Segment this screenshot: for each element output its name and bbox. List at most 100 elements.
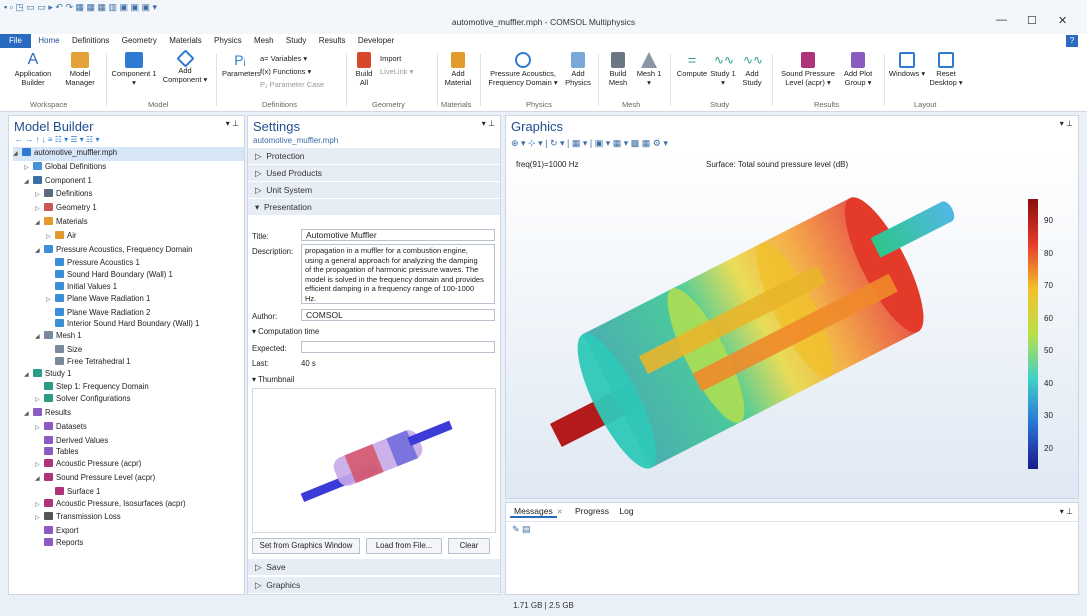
tab-mesh[interactable]: Mesh xyxy=(249,34,279,48)
mesh1-button[interactable]: Mesh 1 ▾ xyxy=(634,52,664,87)
tree-expander-icon[interactable]: ▷ xyxy=(35,460,44,472)
panel-pin-icon[interactable]: ▾ ⊥ xyxy=(226,119,239,128)
application-builder-button[interactable]: A Application Builder xyxy=(12,52,54,87)
import-button[interactable]: Import xyxy=(380,53,401,64)
panel-pin-icon[interactable]: ▾ ⊥ xyxy=(482,119,495,128)
clear-button[interactable]: Clear xyxy=(448,538,490,554)
tree-node[interactable]: Free Tetrahedral 1 xyxy=(13,356,244,368)
tree-node[interactable]: Size xyxy=(13,344,244,356)
tree-node[interactable]: ▷ Definitions xyxy=(13,188,244,202)
close-tab-icon[interactable]: ✕ xyxy=(557,509,563,516)
close-button[interactable]: ✕ xyxy=(1058,14,1067,27)
section-protection[interactable]: ▷ Protection xyxy=(248,148,500,165)
quick-access-toolbar[interactable]: ▪ ▫ ◳ ▭ ▭ ▸ ↶ ↷ ▦ ▦ ▦ ▥ ▣ ▣ ▣ ▾ xyxy=(4,2,157,13)
tree-node[interactable]: ▷ Plane Wave Radiation 1 xyxy=(13,293,244,307)
tree-node[interactable]: ◢ Materials xyxy=(13,216,244,230)
tree-node[interactable]: ◢ Study 1 xyxy=(13,368,244,382)
tree-expander-icon[interactable]: ▷ xyxy=(35,190,44,202)
tree-node[interactable]: ◢ automotive_muffler.mph xyxy=(13,147,244,161)
windows-button[interactable]: Windows ▾ xyxy=(888,52,926,79)
functions-button[interactable]: f(x) Functions ▾ xyxy=(260,66,311,77)
tree-expander-icon[interactable]: ▷ xyxy=(46,295,55,307)
component-button[interactable]: Component 1 ▾ xyxy=(110,52,158,87)
description-field[interactable]: propagation in a muffler for a combustio… xyxy=(301,244,495,304)
tree-node[interactable]: Derived Values xyxy=(13,435,244,447)
tab-developer[interactable]: Developer xyxy=(353,34,399,48)
tree-node[interactable]: Reports xyxy=(13,537,244,549)
section-presentation[interactable]: ▾ Presentation xyxy=(248,199,500,216)
panel-pin-icon[interactable]: ▾ ⊥ xyxy=(1060,119,1073,128)
add-physics-button[interactable]: Add Physics xyxy=(562,52,594,87)
tree-node[interactable]: ◢ Component 1 xyxy=(13,175,244,189)
graphics-toolbar[interactable]: ⊕ ▾ ⊹ ▾ | ↻ ▾ | ▦ ▾ | ▣ ▾ ▦ ▾ ▩ ▦ ⚙ ▾ xyxy=(511,138,668,149)
tab-materials[interactable]: Materials xyxy=(164,34,206,48)
graphics-canvas[interactable]: freq(91)=1000 Hz Surface: Total sound pr… xyxy=(506,154,1078,498)
tree-node[interactable]: Sound Hard Boundary (Wall) 1 xyxy=(13,269,244,281)
author-field[interactable]: COMSOL xyxy=(301,309,495,321)
tree-node[interactable]: ▷ Acoustic Pressure (acpr) xyxy=(13,458,244,472)
build-mesh-button[interactable]: Build Mesh xyxy=(602,52,634,87)
build-all-button[interactable]: Build All xyxy=(352,52,376,87)
tree-node[interactable]: ▷ Geometry 1 xyxy=(13,202,244,216)
tree-expander-icon[interactable]: ◢ xyxy=(24,409,33,421)
tree-node[interactable]: Surface 1 xyxy=(13,486,244,498)
sound-pressure-level-button[interactable]: Sound Pressure Level (acpr) ▾ xyxy=(776,52,840,87)
add-plot-group-button[interactable]: Add Plot Group ▾ xyxy=(838,52,878,87)
tree-node[interactable]: ▷ Acoustic Pressure, Isosurfaces (acpr) xyxy=(13,498,244,512)
tree-node[interactable]: ◢ Pressure Acoustics, Frequency Domain xyxy=(13,244,244,258)
tab-results[interactable]: Results xyxy=(314,34,351,48)
tree-node[interactable]: ▷ Air xyxy=(13,230,244,244)
tree-node[interactable]: Export xyxy=(13,525,244,537)
parameter-case-button[interactable]: P₁ Parameter Case xyxy=(260,79,324,90)
expected-field[interactable] xyxy=(301,341,495,353)
add-study-button[interactable]: ∿∿ Add Study xyxy=(738,52,766,87)
tab-log[interactable]: Log xyxy=(615,506,637,516)
tree-expander-icon[interactable]: ▷ xyxy=(24,163,33,175)
tree-node[interactable]: ▷ Datasets xyxy=(13,421,244,435)
add-component-button[interactable]: Add Component ▾ xyxy=(160,49,210,84)
tree-node[interactable]: Interior Sound Hard Boundary (Wall) 1 xyxy=(13,318,244,330)
load-from-file-button[interactable]: Load from File... xyxy=(366,538,442,554)
section-graphics[interactable]: ▷ Graphics xyxy=(248,577,500,594)
tree-expander-icon[interactable]: ▷ xyxy=(46,232,55,244)
section-unit-system[interactable]: ▷ Unit System xyxy=(248,182,500,199)
tree-node[interactable]: ◢ Sound Pressure Level (acpr) xyxy=(13,472,244,486)
minimize-button[interactable]: — xyxy=(996,14,1007,26)
section-save[interactable]: ▷ Save xyxy=(248,559,500,576)
panel-pin-icon[interactable]: ▾ ⊥ xyxy=(1060,507,1073,516)
maximize-button[interactable]: ☐ xyxy=(1027,14,1037,27)
tree-expander-icon[interactable]: ▷ xyxy=(35,500,44,512)
compute-button[interactable]: = Compute xyxy=(674,52,710,79)
help-button[interactable]: ? xyxy=(1066,35,1078,47)
model-builder-toolbar[interactable]: ← → ↑ ↓ ≡ ☷ ▾ ☰ ▾ ☷ ▾ xyxy=(9,134,244,145)
tree-expander-icon[interactable]: ◢ xyxy=(35,474,44,486)
tree-node[interactable]: ◢ Mesh 1 xyxy=(13,330,244,344)
tree-expander-icon[interactable]: ◢ xyxy=(24,370,33,382)
tree-expander-icon[interactable]: ◢ xyxy=(35,332,44,344)
tree-node[interactable]: Pressure Acoustics 1 xyxy=(13,257,244,269)
tree-expander-icon[interactable]: ◢ xyxy=(24,177,33,189)
tree-expander-icon[interactable]: ◢ xyxy=(35,218,44,230)
tab-geometry[interactable]: Geometry xyxy=(117,34,162,48)
study1-button[interactable]: ∿∿ Study 1 ▾ xyxy=(710,52,736,87)
tree-node[interactable]: ◢ Results xyxy=(13,407,244,421)
tree-node[interactable]: Initial Values 1 xyxy=(13,281,244,293)
section-used-products[interactable]: ▷ Used Products xyxy=(248,165,500,182)
tree-expander-icon[interactable]: ▷ xyxy=(35,204,44,216)
pressure-acoustics-button[interactable]: Pressure Acoustics, Frequency Domain ▾ xyxy=(484,52,562,87)
tree-expander-icon[interactable]: ◢ xyxy=(13,149,22,161)
tree-node[interactable]: ▷ Transmission Loss xyxy=(13,511,244,525)
tree-expander-icon[interactable]: ▷ xyxy=(35,513,44,525)
tree-expander-icon[interactable]: ◢ xyxy=(35,246,44,258)
add-material-button[interactable]: Add Material xyxy=(441,52,475,87)
tree-node[interactable]: ▷ Global Definitions xyxy=(13,161,244,175)
tree-node[interactable]: Step 1: Frequency Domain xyxy=(13,381,244,393)
set-from-graphics-button[interactable]: Set from Graphics Window xyxy=(252,538,360,554)
tree-expander-icon[interactable]: ▷ xyxy=(35,395,44,407)
parameters-button[interactable]: Pᵢ Parameters xyxy=(222,52,261,79)
tab-file[interactable]: File xyxy=(0,34,31,48)
tree-node[interactable]: ▷ Solver Configurations xyxy=(13,393,244,407)
title-field[interactable]: Automotive Muffler xyxy=(301,229,495,241)
variables-button[interactable]: a= Variables ▾ xyxy=(260,53,307,64)
model-manager-button[interactable]: Model Manager xyxy=(60,52,100,87)
